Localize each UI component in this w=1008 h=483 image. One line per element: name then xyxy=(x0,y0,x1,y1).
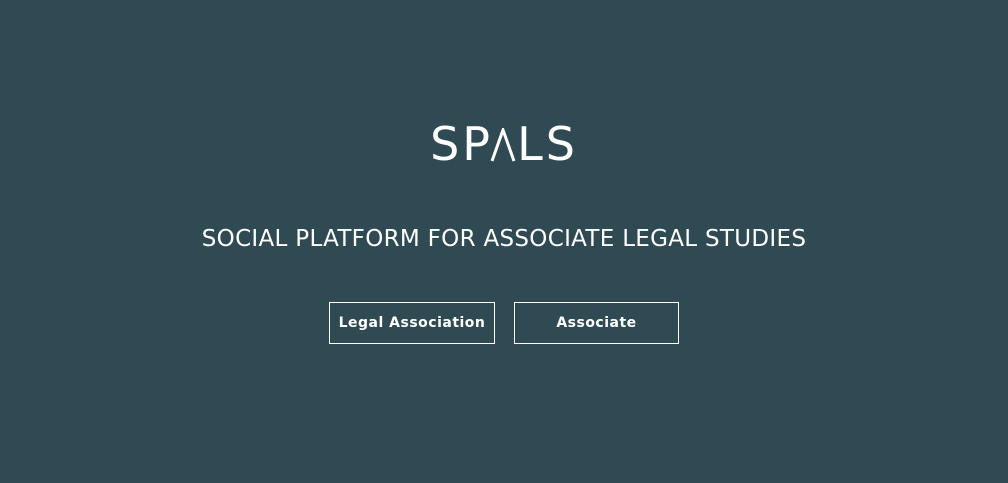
logo-text-prefix: SP xyxy=(430,117,494,171)
associate-button[interactable]: Associate xyxy=(514,302,679,344)
logo-a-glyph-icon xyxy=(490,128,516,162)
legal-association-button[interactable]: Legal Association xyxy=(329,302,495,344)
page-tagline: SOCIAL PLATFORM FOR ASSOCIATE LEGAL STUD… xyxy=(201,226,807,252)
spals-logo: SP LS xyxy=(0,114,1008,174)
logo-text-suffix: LS xyxy=(517,117,578,171)
